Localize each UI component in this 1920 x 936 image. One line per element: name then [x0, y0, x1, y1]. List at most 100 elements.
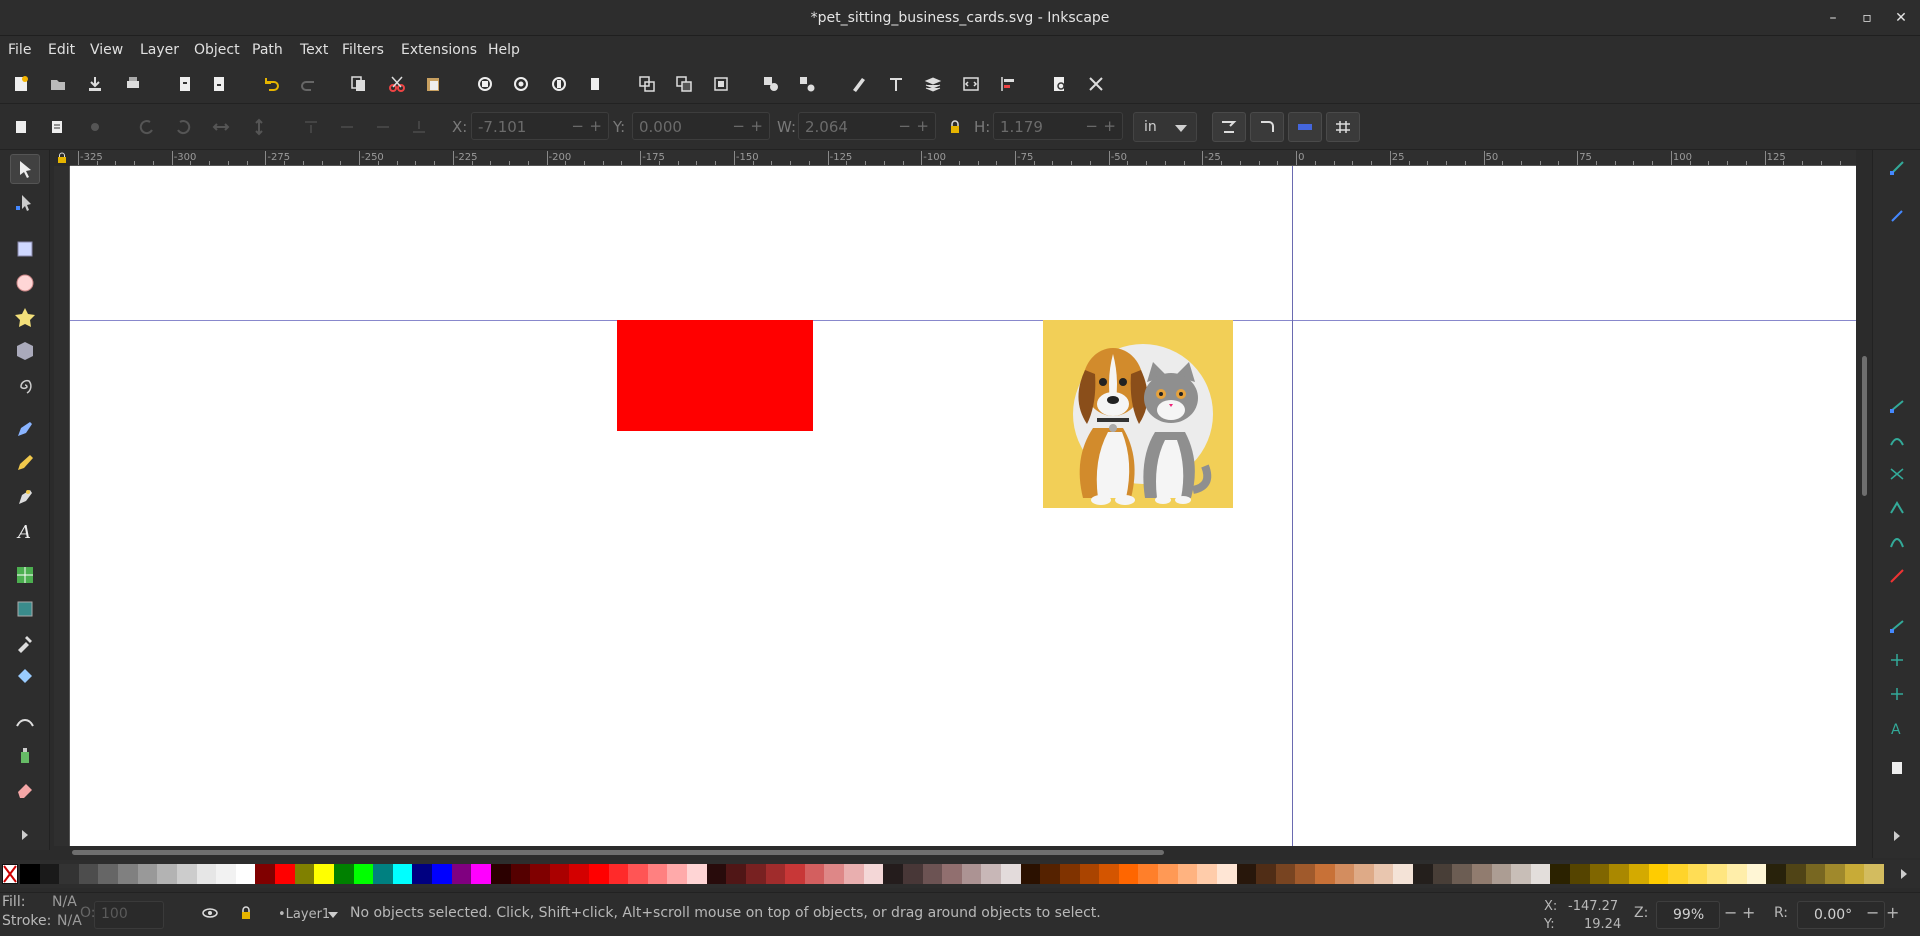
paste-icon[interactable]	[422, 73, 444, 95]
color-swatch[interactable]	[1334, 864, 1355, 884]
color-swatch[interactable]	[255, 864, 276, 884]
y-minus-icon[interactable]: −	[732, 117, 745, 135]
rectangle-tool-icon[interactable]	[10, 234, 40, 264]
x-plus-icon[interactable]: +	[589, 117, 602, 135]
spiral-tool-icon[interactable]	[10, 370, 40, 400]
xml-editor-icon[interactable]	[960, 73, 982, 95]
snap-rotation-icon[interactable]	[1887, 650, 1907, 670]
vertical-scrollbar[interactable]	[1858, 166, 1872, 846]
star-tool-icon[interactable]	[10, 302, 40, 332]
copy-icon[interactable]	[348, 73, 370, 95]
snap-text-baseline-icon[interactable]	[1887, 684, 1907, 704]
color-swatch[interactable]	[883, 864, 904, 884]
opacity-field[interactable]: 100	[94, 901, 164, 929]
lock-proportions-icon[interactable]	[944, 116, 966, 138]
zoom-minus-icon[interactable]: −	[1724, 903, 1737, 922]
document-properties-icon[interactable]	[1048, 73, 1070, 95]
color-swatch[interactable]	[1530, 864, 1551, 884]
rotate-ccw-icon[interactable]	[136, 116, 158, 138]
h-plus-icon[interactable]: +	[1103, 117, 1116, 135]
color-swatch[interactable]	[333, 864, 355, 884]
color-swatch[interactable]	[235, 864, 256, 884]
color-swatch[interactable]	[432, 864, 453, 884]
maximize-icon[interactable]: ▫	[1858, 9, 1876, 27]
snap-nodes-icon[interactable]	[1887, 396, 1907, 416]
color-swatch[interactable]	[922, 864, 943, 884]
color-swatch[interactable]	[1256, 864, 1277, 884]
color-swatch[interactable]	[294, 864, 315, 884]
color-swatch[interactable]	[1471, 864, 1493, 884]
color-swatch[interactable]	[1413, 864, 1434, 884]
color-swatch[interactable]	[1118, 864, 1139, 884]
color-swatch[interactable]	[196, 864, 217, 884]
color-swatch[interactable]	[981, 864, 1002, 884]
snap-intersection-icon[interactable]	[1887, 464, 1907, 484]
snap-smooth-icon[interactable]	[1887, 532, 1907, 552]
spray-tool-icon[interactable]	[10, 740, 40, 770]
ellipse-tool-icon[interactable]	[10, 268, 40, 298]
snap-paths-icon[interactable]	[1887, 430, 1907, 450]
zoom-width-icon[interactable]	[584, 73, 606, 95]
color-swatch[interactable]	[78, 864, 99, 884]
color-swatch[interactable]	[373, 864, 394, 884]
new-document-icon[interactable]	[10, 73, 32, 95]
rotate-minus-icon[interactable]: −	[1866, 903, 1879, 922]
color-swatch[interactable]	[176, 864, 198, 884]
deselect-icon[interactable]	[84, 116, 106, 138]
y-field[interactable]: Y: 0.000 − +	[613, 112, 770, 140]
color-swatch[interactable]	[1550, 864, 1571, 884]
y-plus-icon[interactable]: +	[750, 117, 763, 135]
menu-help[interactable]: Help	[488, 42, 520, 58]
color-swatch[interactable]	[412, 864, 433, 884]
menu-path[interactable]: Path	[252, 42, 283, 58]
move-patterns-button[interactable]	[1326, 112, 1360, 142]
color-swatch[interactable]	[902, 864, 924, 884]
color-swatch[interactable]	[1295, 864, 1316, 884]
pencil-tool-icon[interactable]	[10, 448, 40, 478]
rotate-plus-icon[interactable]: +	[1886, 903, 1899, 922]
minimize-icon[interactable]: –	[1824, 9, 1842, 27]
paint-bucket-tool-icon[interactable]	[10, 662, 40, 692]
menu-text[interactable]: Text	[300, 42, 328, 58]
layers-icon[interactable]	[922, 73, 944, 95]
menu-file[interactable]: File	[8, 42, 31, 58]
color-swatch[interactable]	[1766, 864, 1787, 884]
color-swatch[interactable]	[1570, 864, 1591, 884]
zoom-field[interactable]: 99%	[1656, 901, 1720, 929]
unit-select[interactable]: in	[1133, 112, 1197, 142]
color-swatch[interactable]	[314, 864, 335, 884]
color-swatch[interactable]	[275, 864, 296, 884]
layer-lock-icon[interactable]	[238, 905, 254, 921]
drawing-canvas[interactable]	[70, 166, 1856, 846]
color-swatch[interactable]	[824, 864, 845, 884]
zoom-selection-icon[interactable]	[474, 73, 496, 95]
color-swatch[interactable]	[687, 864, 708, 884]
snap-cusp-icon[interactable]	[1887, 498, 1907, 518]
color-swatch[interactable]	[1491, 864, 1512, 884]
color-swatch[interactable]	[98, 864, 119, 884]
color-swatch[interactable]	[1001, 864, 1022, 884]
ungroup-icon[interactable]	[796, 73, 818, 95]
color-swatch[interactable]	[549, 864, 570, 884]
vertical-guide[interactable]	[1292, 166, 1293, 846]
x-field[interactable]: X: -7.101 − +	[452, 112, 609, 140]
scale-corners-button[interactable]	[1250, 112, 1284, 142]
preferences-icon[interactable]	[1085, 73, 1107, 95]
rotate-cw-icon[interactable]	[172, 116, 194, 138]
menu-extensions[interactable]: Extensions	[401, 42, 477, 58]
fill-stroke-icon[interactable]	[848, 73, 870, 95]
color-swatch[interactable]	[59, 864, 80, 884]
color-swatch[interactable]	[1177, 864, 1198, 884]
color-swatch[interactable]	[1609, 864, 1630, 884]
vertical-ruler[interactable]	[54, 166, 70, 846]
tweak-tool-icon[interactable]	[10, 706, 40, 736]
color-swatch[interactable]	[1432, 864, 1453, 884]
red-rectangle[interactable]	[617, 320, 813, 431]
flip-vertical-icon[interactable]	[248, 116, 270, 138]
color-swatch[interactable]	[628, 864, 649, 884]
dropper-tool-icon[interactable]	[10, 628, 40, 658]
color-swatch[interactable]	[118, 864, 139, 884]
expand-toolbox-icon[interactable]	[10, 820, 40, 850]
color-swatch[interactable]	[490, 864, 511, 884]
palette-menu-icon[interactable]	[1896, 866, 1912, 882]
